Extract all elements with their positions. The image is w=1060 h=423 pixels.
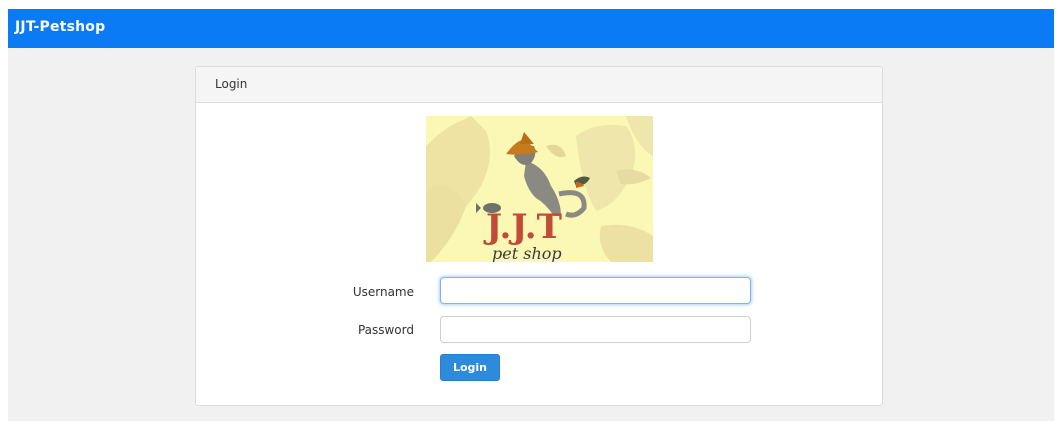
password-input[interactable] <box>440 316 751 343</box>
logo-text-sub: pet shop <box>492 244 562 262</box>
panel-title: Login <box>215 77 248 91</box>
password-label: Password <box>357 323 414 337</box>
login-panel: Login J.J.T pet shop Username Password L… <box>195 66 883 406</box>
brand-link[interactable]: JJT-Petshop <box>15 19 105 35</box>
top-navbar: JJT-Petshop <box>8 9 1054 48</box>
panel-heading: Login <box>196 67 882 103</box>
petshop-logo-image: J.J.T pet shop <box>426 116 653 262</box>
username-input[interactable] <box>440 277 751 304</box>
petshop-logo: J.J.T pet shop <box>426 116 653 262</box>
login-button[interactable]: Login <box>440 354 500 381</box>
logo-text-main: J.J.T <box>483 207 562 247</box>
username-label: Username <box>352 285 414 299</box>
